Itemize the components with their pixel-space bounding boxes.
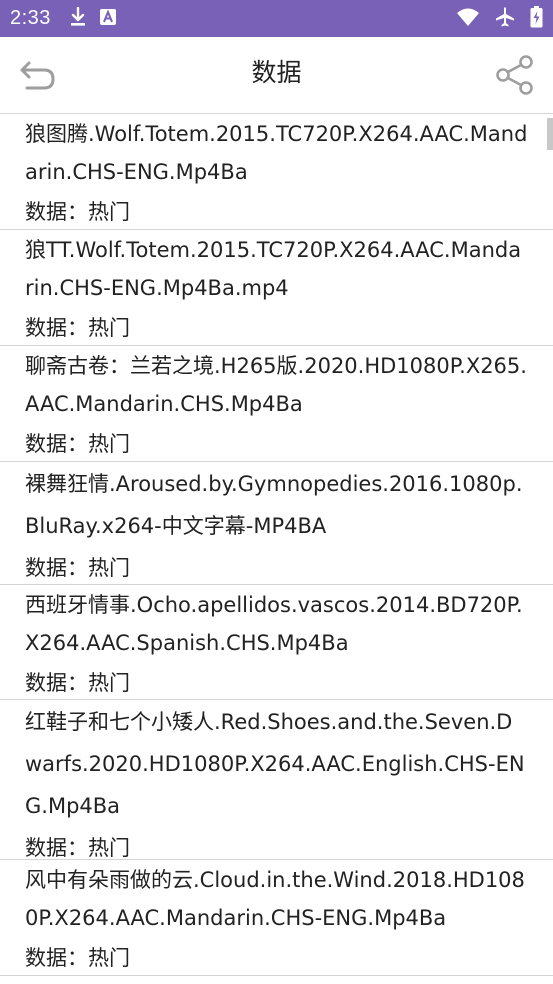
share-button[interactable] xyxy=(495,55,535,95)
app-notification-icon xyxy=(99,8,117,30)
share-icon xyxy=(495,55,535,99)
item-meta: 数据：热门 xyxy=(25,432,130,456)
battery-charging-icon xyxy=(530,5,543,32)
list-item[interactable]: 狼图腾.Wolf.Totem.2015.TC720P.X264.AAC.Mand… xyxy=(0,114,553,230)
scrollbar[interactable] xyxy=(547,118,553,150)
item-meta: 数据：热门 xyxy=(25,946,130,970)
status-right-icons xyxy=(456,0,543,37)
resource-list[interactable]: 狼图腾.Wolf.Totem.2015.TC720P.X264.AAC.Mand… xyxy=(0,114,553,984)
item-title: 西班牙情事.Ocho.apellidos.vascos.2014.BD720P.… xyxy=(25,593,523,655)
app-bar: 数据 xyxy=(0,37,553,114)
list-item[interactable]: 红鞋子和七个小矮人.Red.Shoes.and.the.Seven.Dwarfs… xyxy=(0,700,553,860)
item-title xyxy=(25,976,528,977)
item-title: 狼图腾.Wolf.Totem.2015.TC720P.X264.AAC.Mand… xyxy=(25,122,528,184)
status-time: 2:33 xyxy=(10,7,51,29)
download-icon xyxy=(69,6,87,31)
wifi-icon xyxy=(456,7,480,31)
list-item[interactable]: 裸舞狂情.Aroused.by.Gymnopedies.2016.1080p.B… xyxy=(0,462,553,585)
list-item[interactable]: 狼TT.Wolf.Totem.2015.TC720P.X264.AAC.Mand… xyxy=(0,230,553,346)
status-bar: 2:33 xyxy=(0,0,553,37)
item-meta: 数据：热门 xyxy=(25,671,130,695)
list-item[interactable]: 西班牙情事.Ocho.apellidos.vascos.2014.BD720P.… xyxy=(0,585,553,700)
item-title: 红鞋子和七个小矮人.Red.Shoes.and.the.Seven.Dwarfs… xyxy=(25,710,525,818)
status-left-icons xyxy=(69,6,117,31)
item-title: 聊斋古卷：兰若之境.H265版.2020.HD1080P.X265.AAC.Ma… xyxy=(25,354,527,416)
list-item[interactable] xyxy=(0,976,553,984)
item-title: 裸舞狂情.Aroused.by.Gymnopedies.2016.1080p.B… xyxy=(25,472,523,538)
item-meta: 数据：热门 xyxy=(25,316,130,340)
item-meta: 数据：热门 xyxy=(25,556,130,580)
item-meta: 数据：热门 xyxy=(25,200,130,224)
item-title: 风中有朵雨做的云.Cloud.in.the.Wind.2018.HD1080P.… xyxy=(25,868,525,930)
list-item[interactable]: 风中有朵雨做的云.Cloud.in.the.Wind.2018.HD1080P.… xyxy=(0,860,553,976)
item-title: 狼TT.Wolf.Totem.2015.TC720P.X264.AAC.Mand… xyxy=(25,238,522,300)
list-item[interactable]: 聊斋古卷：兰若之境.H265版.2020.HD1080P.X265.AAC.Ma… xyxy=(0,346,553,462)
page-title: 数据 xyxy=(251,58,302,87)
airplane-mode-icon xyxy=(494,6,516,32)
